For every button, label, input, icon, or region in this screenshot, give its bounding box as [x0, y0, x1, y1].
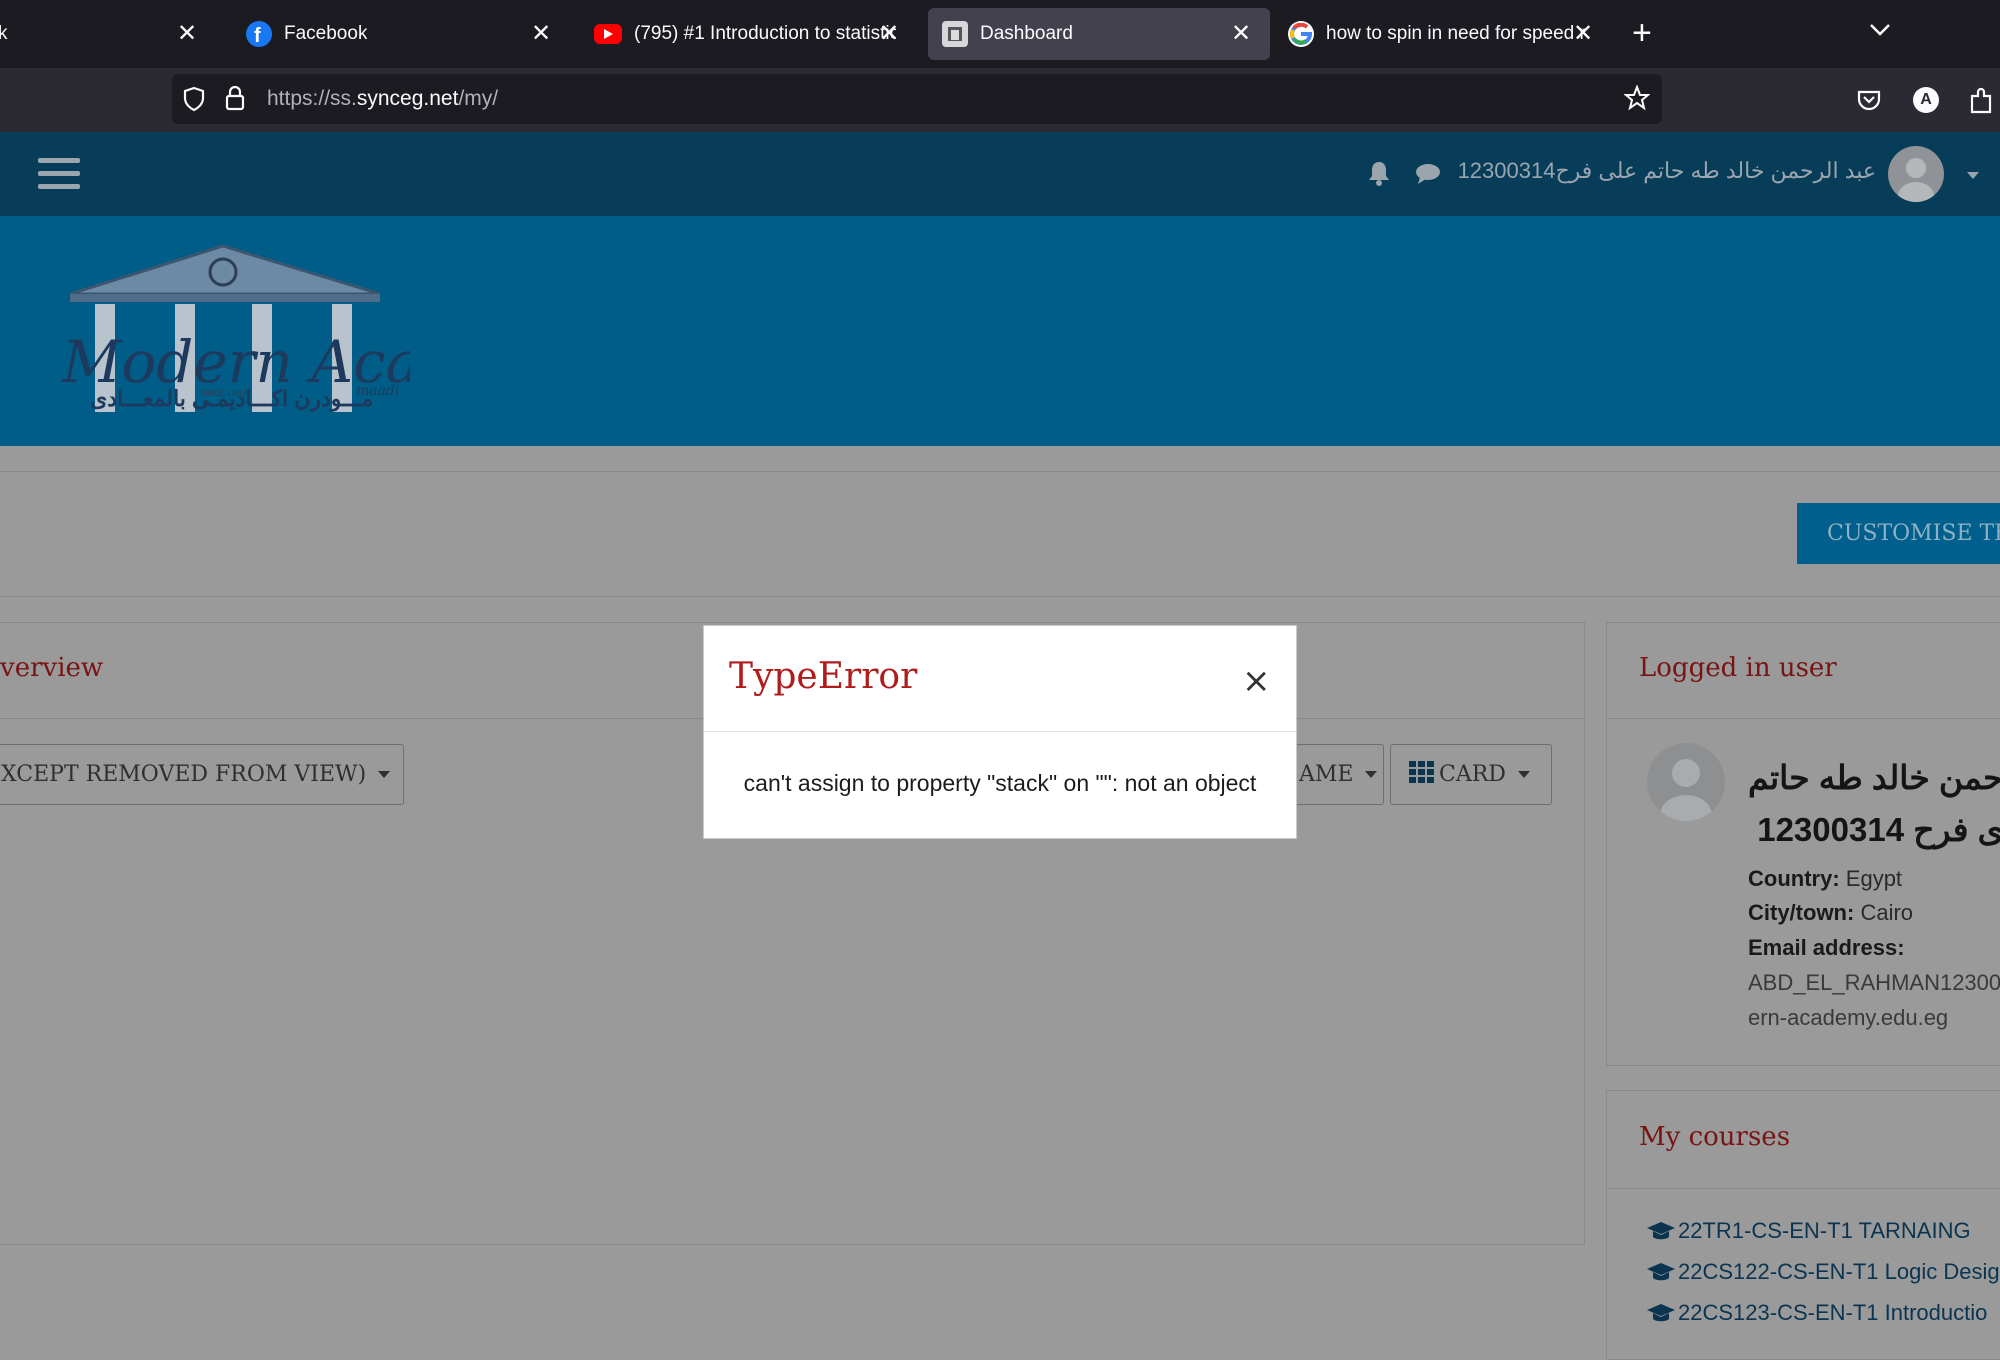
logo-arabic-text: مـــودرن اكـــاديمـى بالمعـــادى — [90, 386, 374, 411]
email-value-line: ern-academy.edu.eg — [1748, 1005, 1949, 1030]
grid-icon — [1409, 760, 1435, 789]
divider — [0, 471, 2000, 472]
site-navbar: عبد الرحمن خالد طه حاتم على فرح12300314 — [0, 132, 2000, 216]
course-link[interactable]: 22CS122-CS-EN-T1 Logic Desig — [1646, 1259, 2000, 1285]
browser-toolbar: https://ss.synceg.net/my/ A — [0, 68, 2000, 132]
youtube-icon — [594, 24, 622, 44]
navbar-user-name[interactable]: عبد الرحمن خالد طه حاتم على فرح12300314 — [1458, 158, 1876, 184]
chevron-down-icon — [378, 771, 391, 778]
tab-close-icon[interactable]: ✕ — [1568, 18, 1598, 48]
url-bar[interactable]: https://ss.synceg.net/my/ — [172, 74, 1662, 124]
tab-youtube[interactable]: (795) #1 Introduction to statistic ✕ — [580, 8, 918, 60]
course-link[interactable]: 22TR1-CS-EN-T1 TARNAING — [1646, 1218, 1971, 1244]
city-value: Cairo — [1860, 900, 1914, 925]
tab-title: Dashboard — [980, 23, 1073, 44]
course-overview-title: verview — [0, 653, 104, 683]
list-all-tabs-icon[interactable] — [1868, 22, 1892, 43]
extensions-icon[interactable] — [1968, 86, 1996, 119]
shield-icon[interactable] — [182, 86, 206, 117]
customise-page-button[interactable]: CUSTOMISE TH — [1797, 503, 2000, 564]
avatar[interactable] — [1888, 146, 1944, 202]
user-avatar[interactable] — [1647, 743, 1725, 821]
user-country: Country: Egypt — [1748, 866, 1902, 892]
modal-title: TypeError — [729, 656, 918, 697]
view-mode-dropdown[interactable]: CARD — [1390, 744, 1552, 805]
user-full-name[interactable]: حمن خالد طه حاتم ى فرح 12300314 — [1748, 752, 2000, 856]
new-tab-button[interactable]: + — [1632, 14, 1652, 53]
facebook-icon: f — [246, 21, 272, 47]
user-full-name-line: ى فرح 12300314 — [1757, 811, 2000, 848]
tab-title: (795) #1 Introduction to statistic — [634, 23, 896, 44]
messages-icon[interactable] — [1414, 162, 1442, 191]
moodle-icon — [942, 21, 968, 47]
tab-close-icon[interactable]: ✕ — [1226, 18, 1256, 48]
tab-title: Facebook — [284, 23, 368, 44]
url-host: synceg.net — [356, 87, 459, 110]
tab-google[interactable]: how to spin in need for speed r ✕ — [1274, 8, 1612, 60]
graduation-cap-icon — [1647, 1263, 1675, 1281]
url-path: /my/ — [458, 87, 499, 110]
graduation-cap-icon — [1647, 1222, 1675, 1240]
sort-label: AME — [1299, 762, 1354, 787]
page-header: Modern Academy maadi SINCE 1993 مـــودرن… — [0, 216, 2000, 446]
tab-title: k — [0, 23, 8, 44]
url-prefix: https://ss. — [267, 87, 357, 110]
bookmark-star-icon[interactable] — [1623, 84, 1651, 116]
country-label: Country: — [1748, 866, 1840, 891]
pocket-icon[interactable] — [1857, 89, 1881, 116]
divider — [1606, 718, 2000, 719]
divider — [704, 731, 1296, 732]
view-mode-label: CARD — [1439, 762, 1506, 787]
course-name: 22CS122-CS-EN-T1 Logic Desig — [1678, 1259, 2000, 1284]
notification-bell-icon[interactable] — [1366, 159, 1392, 192]
menu-hamburger-icon[interactable] — [38, 158, 80, 190]
modal-message: can't assign to property "stack" on "": … — [743, 770, 1257, 796]
chevron-down-icon — [1365, 771, 1378, 778]
error-modal: TypeError × can't assign to property "st… — [703, 625, 1297, 839]
browser-tab-bar: k ✕ f Facebook ✕ (795) #1 Introduction t… — [0, 0, 2000, 68]
user-full-name-line: حمن خالد طه حاتم — [1748, 759, 2000, 796]
lock-icon[interactable] — [224, 85, 246, 116]
course-name: 22TR1-CS-EN-T1 TARNAING — [1678, 1218, 1971, 1243]
course-name: 22CS123-CS-EN-T1 Introductio — [1678, 1300, 1988, 1325]
tab-close-icon[interactable]: ✕ — [526, 18, 556, 48]
tab-dashboard[interactable]: Dashboard ✕ — [928, 8, 1270, 60]
graduation-cap-icon — [1647, 1304, 1675, 1322]
account-icon[interactable]: A — [1913, 87, 1939, 113]
tab-title: how to spin in need for speed r — [1326, 23, 1586, 44]
course-filter-label: XCEPT REMOVED FROM VIEW) — [1, 762, 367, 787]
logged-in-user-title: Logged in user — [1639, 653, 1837, 683]
city-label: City/town: — [1748, 900, 1855, 925]
user-menu-caret-icon[interactable] — [1966, 168, 1980, 186]
tab-facebook[interactable]: f Facebook ✕ — [232, 8, 570, 60]
chevron-down-icon — [1517, 771, 1530, 778]
tab-partial[interactable]: k ✕ — [0, 8, 220, 60]
url-text[interactable]: https://ss.synceg.net/my/ — [267, 87, 498, 111]
course-link[interactable]: 22CS123-CS-EN-T1 Introductio — [1646, 1300, 1987, 1326]
close-icon[interactable]: × — [1242, 664, 1271, 698]
user-city: City/town: Cairo — [1748, 900, 1913, 926]
email-value-line: ABD_EL_RAHMAN123003 — [1748, 970, 2000, 995]
tab-close-icon[interactable]: ✕ — [172, 18, 202, 48]
svg-text:f: f — [254, 25, 261, 47]
divider — [0, 596, 2000, 597]
divider — [1606, 1188, 2000, 1189]
country-value: Egypt — [1845, 866, 1903, 891]
google-icon — [1288, 21, 1314, 47]
tab-close-icon[interactable]: ✕ — [874, 18, 904, 48]
my-courses-title: My courses — [1639, 1122, 1791, 1152]
course-filter-dropdown[interactable]: XCEPT REMOVED FROM VIEW) — [0, 744, 404, 805]
email-label: Email address: — [1748, 935, 1905, 960]
